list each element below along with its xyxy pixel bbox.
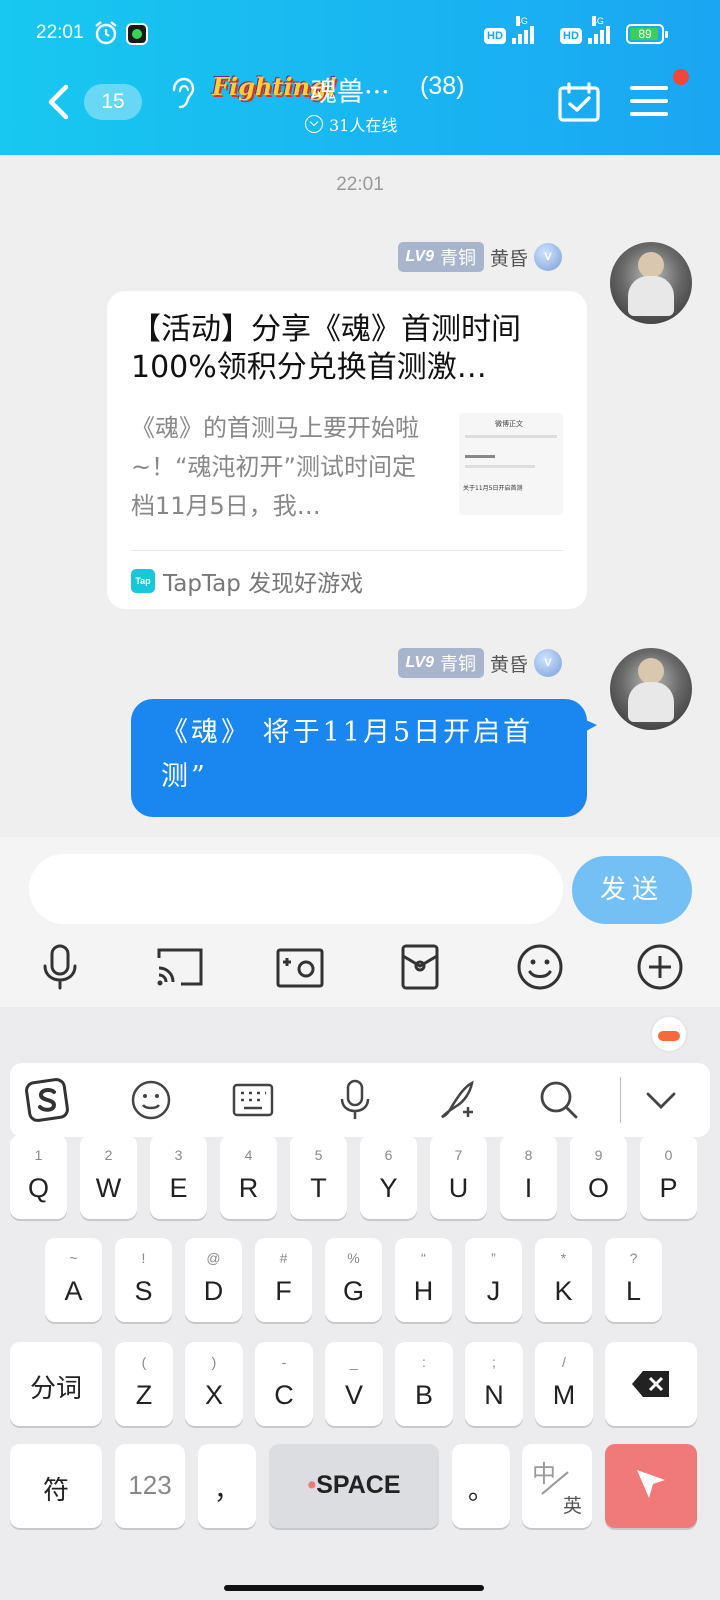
space-key[interactable]: •SPACE xyxy=(269,1444,439,1528)
key-d[interactable]: @ D xyxy=(185,1238,242,1322)
key-r[interactable]: 4R xyxy=(220,1135,277,1219)
key-b[interactable]: :B xyxy=(395,1342,453,1426)
key-w[interactable]: 2W xyxy=(80,1135,137,1219)
key-f[interactable]: # F xyxy=(255,1238,312,1322)
number-key[interactable]: 123 xyxy=(115,1444,185,1528)
unread-count-badge[interactable]: 15 xyxy=(84,84,142,120)
back-icon[interactable] xyxy=(40,82,80,122)
message-input[interactable] xyxy=(29,854,563,924)
send-button[interactable]: 发送 xyxy=(572,856,692,924)
group-member-count[interactable]: (38) xyxy=(420,72,464,101)
online-status[interactable]: 31人在线 xyxy=(305,112,397,136)
sender-nickname[interactable]: 黄昏 xyxy=(490,650,528,677)
status-bar: 22:01 HD 4G HD 4G 89 xyxy=(0,0,720,68)
key-z[interactable]: (Z xyxy=(115,1342,173,1426)
key-l[interactable]: ? L xyxy=(605,1238,662,1322)
chevron-down-icon xyxy=(305,115,323,133)
sender-nickname[interactable]: 黄昏 xyxy=(490,244,528,271)
card-description: 《魂》的首测马上要开始啦~！“魂沌初开”测试时间定档11月5日，我… xyxy=(131,414,419,520)
ime-mascot-icon[interactable] xyxy=(650,1015,688,1053)
card-thumbnail: 微博正文 关于11月5日开启首测 xyxy=(459,413,563,515)
screen-cast-icon[interactable] xyxy=(155,942,205,992)
send-arrow-icon xyxy=(637,1470,665,1498)
time-separator: 22:01 xyxy=(336,174,384,195)
search-icon[interactable] xyxy=(536,1077,582,1123)
signal-sim1: HD 4G xyxy=(484,16,534,44)
mic-icon[interactable] xyxy=(35,942,85,992)
key-e[interactable]: 3E xyxy=(150,1135,207,1219)
notification-dot xyxy=(673,69,689,85)
enter-key[interactable] xyxy=(605,1444,697,1528)
key-y[interactable]: 6Y xyxy=(360,1135,417,1219)
comma-key[interactable]: ， xyxy=(198,1444,256,1528)
divider xyxy=(131,550,563,551)
card-source: Tap TapTap 发现好游戏 xyxy=(131,564,363,598)
keyboard-icon[interactable] xyxy=(230,1077,276,1123)
level-badge: LV9 青铜 xyxy=(397,648,484,678)
avatar[interactable] xyxy=(610,648,692,730)
chevron-down-icon[interactable] xyxy=(638,1077,684,1123)
sender-info: LV9 青铜 黄昏 V xyxy=(397,242,562,272)
key-o[interactable]: 9O xyxy=(570,1135,627,1219)
key-m[interactable]: / M xyxy=(535,1342,593,1426)
backspace-key[interactable] xyxy=(605,1342,697,1426)
avatar[interactable] xyxy=(610,242,692,324)
battery-icon: 89 xyxy=(626,24,668,44)
sender-info: LV9 青铜 黄昏 V xyxy=(397,648,562,678)
chat-header: 22:01 HD 4G HD 4G 89 15 Fighting! 魂兽··· … xyxy=(0,0,720,155)
key-c[interactable]: -C xyxy=(255,1342,313,1426)
taptap-icon: Tap xyxy=(131,569,155,593)
home-indicator xyxy=(224,1585,484,1591)
ime-toolbar xyxy=(10,1063,710,1137)
emoji-icon[interactable] xyxy=(515,942,565,992)
message-bubble[interactable]: 《魂》 将于11月5日开启首测” xyxy=(131,699,597,817)
keyboard: 1Q2W3E4R5T6Y7U8I9O0P ~ A! S @ D # F% G “H” J * K? L … xyxy=(0,1007,720,1600)
period-key[interactable]: 。 xyxy=(452,1444,510,1528)
plus-icon[interactable] xyxy=(635,942,685,992)
backspace-icon xyxy=(632,1371,669,1397)
photo-icon[interactable] xyxy=(275,942,325,992)
key-t[interactable]: 5T xyxy=(290,1135,347,1219)
signal-sim2: HD 4G xyxy=(560,16,610,44)
input-area: 发送 xyxy=(0,837,720,1007)
symbol-key[interactable]: 符 xyxy=(10,1444,102,1528)
level-badge: LV9 青铜 xyxy=(397,242,484,272)
sogou-logo-icon[interactable] xyxy=(24,1077,70,1123)
emoji-icon[interactable] xyxy=(128,1077,174,1123)
key-k[interactable]: * K xyxy=(535,1238,592,1322)
fenci-key[interactable]: 分词 xyxy=(10,1342,102,1426)
vip-badge-icon: V xyxy=(534,243,562,271)
divider xyxy=(620,1077,621,1123)
handwriting-icon[interactable] xyxy=(434,1077,480,1123)
alarm-icon xyxy=(95,21,117,45)
key-g[interactable]: % G xyxy=(325,1238,382,1322)
ear-icon[interactable] xyxy=(168,76,196,110)
key-s[interactable]: ! S xyxy=(115,1238,172,1322)
card-title: 【活动】分享《魂》首测时间 100%领积分兑换首测激… xyxy=(131,312,521,385)
key-n[interactable]: ; N xyxy=(465,1342,523,1426)
key-v[interactable]: _ V xyxy=(325,1342,383,1426)
menu-icon[interactable] xyxy=(630,86,668,118)
key-p[interactable]: 0P xyxy=(640,1135,697,1219)
key-i[interactable]: 8I xyxy=(500,1135,557,1219)
key-j[interactable]: ” J xyxy=(465,1238,522,1322)
voice-input-icon[interactable] xyxy=(332,1077,378,1123)
key-a[interactable]: ~ A xyxy=(45,1238,102,1322)
key-x[interactable]: ) X xyxy=(185,1342,243,1426)
app-notification-icon xyxy=(126,23,148,45)
calendar-check-icon[interactable] xyxy=(558,82,600,122)
red-packet-icon[interactable] xyxy=(395,942,445,992)
key-u[interactable]: 7U xyxy=(430,1135,487,1219)
language-switch-key[interactable]: 中 英 xyxy=(522,1444,592,1528)
key-h[interactable]: “H xyxy=(395,1238,452,1322)
status-time: 22:01 xyxy=(36,22,84,43)
shared-link-card[interactable]: 【活动】分享《魂》首测时间 100%领积分兑换首测激… 《魂》的首测马上要开始啦… xyxy=(107,291,587,609)
group-name[interactable]: 魂兽··· xyxy=(310,70,390,109)
key-q[interactable]: 1Q xyxy=(10,1135,67,1219)
vip-badge-icon: V xyxy=(534,649,562,677)
